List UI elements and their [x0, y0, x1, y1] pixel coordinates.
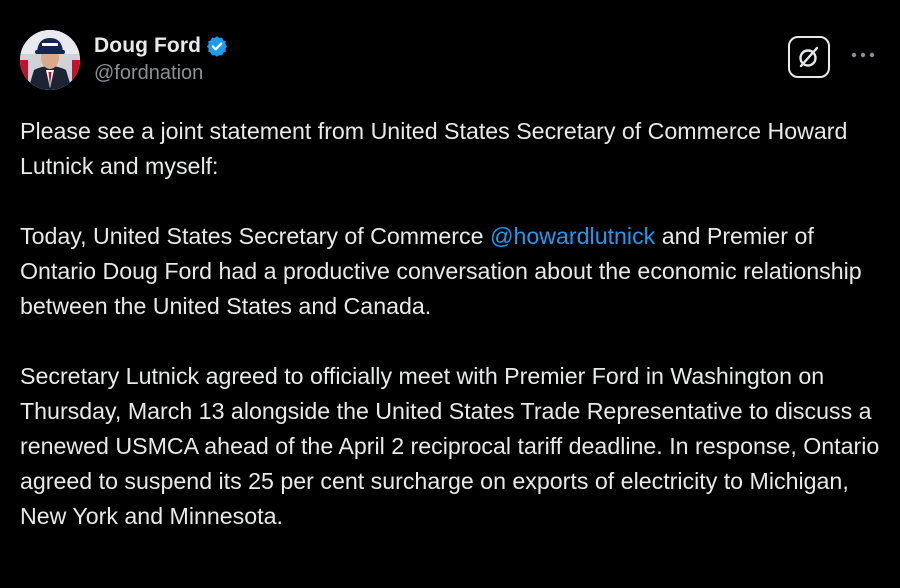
grok-icon: [799, 46, 819, 68]
avatar[interactable]: [20, 30, 80, 90]
tweet-text: Please see a joint statement from United…: [20, 114, 885, 569]
display-name-row: Doug Ford: [94, 32, 228, 60]
paragraph-2-text-before: Today, United States Secretary of Commer…: [20, 223, 490, 249]
profile-photo-icon: [20, 30, 80, 90]
verified-badge-icon: [207, 36, 228, 57]
grok-button[interactable]: [788, 36, 830, 78]
author-names: Doug Ford @fordnation: [94, 32, 228, 85]
mention-link[interactable]: @howardlutnick: [490, 223, 655, 249]
handle[interactable]: @fordnation: [94, 62, 228, 85]
tweet-paragraph-2: Today, United States Secretary of Commer…: [20, 219, 885, 324]
more-button[interactable]: [848, 40, 878, 70]
tweet-paragraph-1: Please see a joint statement from United…: [20, 118, 848, 179]
more-icon: [851, 52, 875, 58]
display-name[interactable]: Doug Ford: [94, 34, 201, 58]
tweet-header: Doug Ford @fordnation: [20, 30, 880, 94]
tweet-paragraph-3: Secretary Lutnick agreed to officially m…: [20, 363, 880, 529]
